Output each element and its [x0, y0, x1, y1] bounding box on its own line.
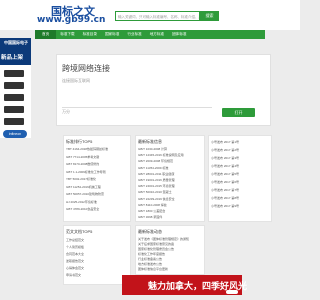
- list-item[interactable]: GB/T 1800 公差配合: [138, 209, 202, 213]
- list-item[interactable]: HJ 2025-2012环境标准: [66, 200, 128, 204]
- bottom-ad-logo: [226, 290, 238, 294]
- list-item[interactable]: 小号发布 2017 第3号: [211, 156, 269, 160]
- hero-label: 万分: [62, 109, 70, 114]
- list-item[interactable]: 合同范本大全: [66, 252, 128, 256]
- list-item[interactable]: GB/T 19001-2016 质量管理: [138, 178, 202, 182]
- list-item[interactable]: 行业标准备案公告: [138, 257, 202, 261]
- list-item[interactable]: 关于征求国家标准意见的函: [138, 242, 202, 246]
- nav-item-group[interactable]: 团体标准: [168, 32, 190, 37]
- list-item[interactable]: 小号发布 2017 第5号: [211, 172, 269, 176]
- search-button[interactable]: 搜索: [200, 11, 219, 21]
- search-input[interactable]: 输入关键词，只可输入标准编号、名称、标准介绍、产品名称: [115, 11, 200, 21]
- infineon-logo: infineon: [3, 130, 27, 138]
- list-item[interactable]: GB/T 2009-2008 环境规范: [138, 159, 202, 163]
- list-item[interactable]: GB/T 11354-2009 标准: [138, 166, 202, 170]
- list-item[interactable]: 小号发布 2017 第6号: [211, 180, 269, 184]
- chip-image: [4, 106, 24, 113]
- list-item[interactable]: YBT 4164-2018热镀锌钢丝标准: [66, 147, 128, 151]
- nav-item-industry[interactable]: 行业标准: [123, 32, 145, 37]
- left-ad-brand: 中国国际电子: [4, 40, 28, 45]
- list-item[interactable]: GBT 8170-2008数值修约: [66, 162, 128, 166]
- hero-open-button[interactable]: 打开: [222, 108, 255, 117]
- list-item[interactable]: 心得体会范文: [66, 266, 128, 270]
- list-item[interactable]: YBT 5002-2017标准化: [66, 177, 128, 181]
- nav-item-national[interactable]: 国家标准: [101, 32, 123, 37]
- list-item[interactable]: GB/T 1030-2008 计算: [138, 147, 202, 151]
- list-item[interactable]: GB/T 3098 紧固件: [138, 215, 202, 219]
- nav-item-download[interactable]: 标准下载: [56, 32, 78, 37]
- list-item[interactable]: GB/T 50010-2010 混凝土: [138, 190, 202, 194]
- list-item[interactable]: 标准化工作年度报告: [138, 252, 202, 256]
- list-item[interactable]: 关于发布《团体标准管理规定》的通知: [138, 237, 202, 241]
- list-item[interactable]: 述职报告范文: [66, 259, 128, 263]
- list-item[interactable]: 个人简历模板: [66, 245, 128, 249]
- hero-title: 跨境网络连接: [62, 64, 110, 73]
- list-item[interactable]: GB/T 8110-2008 焊丝: [138, 203, 202, 207]
- list-item[interactable]: 小号发布 2017 第2号: [211, 148, 269, 152]
- panel-middle-top-title: 最新标准信息: [138, 139, 162, 144]
- list-item[interactable]: 工作总结范文: [66, 238, 128, 242]
- nav-item-home[interactable]: 首页: [35, 30, 57, 39]
- list-item[interactable]: 国家标准化管理委员会公告: [138, 247, 202, 251]
- list-item[interactable]: GB/T 24001-2015 环境管理: [138, 184, 202, 188]
- list-item[interactable]: 团体标准信息平台更新: [138, 267, 202, 271]
- list-item[interactable]: GB/T 12345-2016 标准说明及应用: [138, 153, 202, 157]
- hero-subtitle: 连接国际互联网: [62, 78, 90, 83]
- list-item[interactable]: 小号发布 2017 第8号: [211, 196, 269, 200]
- panel-left-bottom-title: 范文文档TOP5: [66, 229, 93, 234]
- nav-item-catalog[interactable]: 标准目录: [79, 32, 101, 37]
- list-item[interactable]: GBT 11254-2016机械工程: [66, 185, 128, 189]
- list-item[interactable]: GBT 4789-2010食品安全: [66, 207, 128, 211]
- panel-middle-bottom-title: 最新标准动态: [138, 229, 162, 234]
- left-ad-slogan: 新品上架: [1, 55, 24, 61]
- site-logo-url[interactable]: www.gb99.cn: [37, 15, 105, 25]
- chip-image: [4, 118, 24, 125]
- list-item[interactable]: GBT 7714-2005参考文献: [66, 155, 128, 159]
- panel-left-top-title: 标准排行TOP5: [66, 139, 93, 144]
- nav-item-local[interactable]: 地方标准: [146, 32, 168, 37]
- list-item[interactable]: 小号发布 2017 第1号: [211, 140, 269, 144]
- list-item[interactable]: 地方标准发布公告: [138, 262, 202, 266]
- list-item[interactable]: GBT 1.1-2009标准化工作导则: [66, 170, 128, 174]
- list-item[interactable]: 小号发布 2017 第4号: [211, 164, 269, 168]
- chip-image: [4, 70, 24, 77]
- list-item[interactable]: 小号发布 2017 第7号: [211, 188, 269, 192]
- list-item[interactable]: GB/T 22239-2019 信息安全: [138, 197, 202, 201]
- main-nav: 首页 标准下载 标准目录 国家标准 行业标准 地方标准 团体标准: [35, 30, 265, 39]
- hero-divider: [62, 107, 212, 108]
- list-item[interactable]: 申请书范文: [66, 273, 128, 277]
- list-item[interactable]: 小号发布 2017 第9号: [211, 204, 269, 208]
- chip-image: [4, 82, 24, 89]
- list-item[interactable]: GB/T 28001-2011 职业健康: [138, 172, 202, 176]
- chip-image: [4, 94, 24, 101]
- list-item[interactable]: GBT 50057-2010建筑物防雷: [66, 192, 128, 196]
